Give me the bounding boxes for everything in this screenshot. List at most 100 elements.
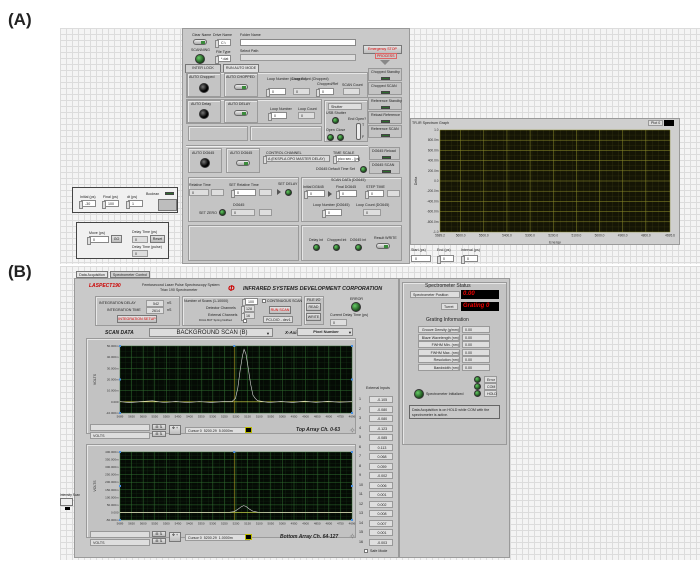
- device-select[interactable]: PCI-DIO - dev1: [263, 316, 293, 323]
- x-tick-label: 5100: [256, 415, 263, 419]
- external-input-index: 3: [359, 416, 361, 420]
- file-type-input[interactable]: *.dat: [215, 55, 231, 64]
- external-input-value: 0.001: [369, 529, 393, 536]
- indicator-bar: [381, 91, 390, 94]
- set-relative-time-unit: [259, 189, 272, 196]
- loop-count-display: 0: [298, 112, 315, 119]
- brand-label: LASPECT190: [89, 283, 121, 289]
- scan-type-select[interactable]: BACKGROUND SCAN (B): [149, 328, 273, 337]
- compass-icon[interactable]: ✧: [349, 426, 356, 435]
- write-button[interactable]: WRITE: [306, 313, 321, 321]
- x-tick-label: 4695.6: [665, 234, 675, 238]
- auto-delay-toggle[interactable]: [234, 110, 248, 116]
- continuous-scan-checkbox[interactable]: [262, 299, 266, 303]
- num-scans-input[interactable]: 100: [242, 298, 258, 307]
- read-button[interactable]: READ: [306, 303, 321, 311]
- indicator-label: DG645 Reload: [372, 149, 396, 153]
- scan-data-dg645-box: [301, 177, 402, 222]
- x-tick-label: 4900: [302, 522, 309, 526]
- trir-spectrum-graph[interactable]: 5689.2 5600.0 5500.0 5400.0 5300.0 5200.0 5100…: [412, 126, 676, 244]
- move-ps-input[interactable]: 0: [87, 236, 109, 245]
- y-scale-button[interactable]: ⊞ ⇅: [152, 431, 166, 437]
- final-dg645-input[interactable]: 0: [336, 190, 357, 199]
- loop-number-input[interactable]: 0: [268, 112, 287, 121]
- top-array-graph[interactable]: 5689 5650 5600 5550 5500 5450 5400 5350 5300 5250…: [90, 340, 357, 422]
- bottom-array-graph[interactable]: 5689 5650 5600 5550 5500 5450 5400 5350 5300 5250…: [90, 446, 357, 529]
- x-tick-label: 5600.0: [456, 234, 466, 238]
- x-tick-label: 5000: [279, 522, 286, 526]
- bottom-volts-label: VOLTS: [90, 539, 150, 546]
- y-tick-label: -800.0m: [427, 220, 439, 224]
- dual-checkbox[interactable]: [243, 319, 247, 323]
- interval-ps-input[interactable]: 0: [461, 255, 478, 264]
- x-tick-label: 5689.2: [435, 234, 445, 238]
- grating-row-label: FWHM Min. (nm): [418, 341, 460, 348]
- boolean-button[interactable]: [158, 199, 177, 211]
- external-channels-label: External Channels: [208, 313, 238, 317]
- result-write-toggle[interactable]: [376, 243, 390, 249]
- time-scale-select[interactable]: pico sec - [ps]: [333, 155, 360, 164]
- resize-handle: [351, 451, 353, 453]
- clear-name-toggle[interactable]: [193, 39, 207, 45]
- tab-spectrometer-control[interactable]: Spectrometer Control: [110, 271, 150, 278]
- process-indicator: PROCESS: [375, 53, 397, 59]
- x-scale-button[interactable]: ⊞ ⇅: [152, 424, 166, 430]
- x-scale-button[interactable]: ⊞ ⇅: [152, 531, 166, 537]
- grating-row-label: Groove Density (g/mm): [418, 326, 460, 333]
- final-ps-input[interactable]: 100: [102, 200, 119, 209]
- grating-row-label: Bandwidth (nm): [418, 363, 460, 371]
- top-array-caption: Top Array Ch. 0-63: [296, 427, 341, 433]
- file-io-label: FILE I/O: [307, 298, 321, 302]
- cursor-icon[interactable]: [245, 534, 252, 540]
- boolean-label: Boolean: [146, 192, 160, 196]
- start-ps-input[interactable]: 0: [411, 255, 431, 262]
- initial-ps-input[interactable]: -30: [79, 200, 96, 209]
- detector-channels-display: 128: [241, 305, 255, 314]
- step-time-unit: [387, 190, 400, 197]
- dt-ps-input[interactable]: 1: [126, 200, 143, 209]
- end-open-switch[interactable]: [356, 123, 361, 140]
- initial-dg645-input[interactable]: 0: [304, 190, 325, 199]
- continuous-scan-label: CONTINUOUS SCAN: [267, 299, 303, 303]
- go-button[interactable]: GO: [111, 235, 122, 243]
- y-tick-label: -1.0: [433, 230, 439, 234]
- initial-ps-label: Initial (ps): [80, 195, 96, 199]
- loop-number-chopped-input[interactable]: 0: [266, 88, 286, 97]
- set-zero-button[interactable]: [219, 209, 226, 216]
- x-tick-label: 5500: [163, 522, 170, 526]
- y-tick-label: 150.000m: [105, 488, 119, 492]
- auto-dg645-toggle[interactable]: [236, 160, 250, 166]
- y-tick-label: 0.000: [111, 400, 119, 404]
- x-axis-select[interactable]: Pixel Number: [297, 328, 353, 336]
- top-cursor-legend: Cursor 0 5200.29 5.0000m: [185, 427, 250, 434]
- external-input-index: 10: [359, 482, 363, 487]
- y-tick-label: 30.000m: [107, 366, 119, 370]
- auto-dg645-toggle-label: AUTO DG645: [230, 151, 253, 155]
- loop-number-dg645-input[interactable]: 0: [322, 209, 342, 218]
- step-time-input[interactable]: 0: [365, 190, 384, 199]
- chopped-ref-input[interactable]: 0: [316, 88, 334, 97]
- set-delay-button[interactable]: [285, 189, 292, 196]
- run-scan-button[interactable]: RUN SCAN: [269, 306, 291, 314]
- integration-setup-button[interactable]: INTEGRATION SETUP: [117, 315, 157, 323]
- compass-icon[interactable]: ✧: [349, 532, 356, 541]
- resize-handle: [351, 345, 353, 347]
- y-scale-button[interactable]: ⊞ ⇅: [152, 538, 166, 544]
- drive-name-input[interactable]: C:\: [215, 39, 231, 48]
- auto-chopped-toggle-label: AUTO CHOPPED: [226, 75, 255, 79]
- external-channels-display: 16: [241, 312, 255, 321]
- auto-chopped-toggle[interactable]: [234, 84, 248, 90]
- folder-name-input[interactable]: [240, 39, 356, 46]
- reset-button[interactable]: Reset: [150, 235, 165, 243]
- y-tick-label: 0.000: [111, 510, 119, 514]
- x-tick-label: 5200: [233, 522, 240, 526]
- y-tick-label: -400.0m: [427, 199, 439, 203]
- cursor-icon[interactable]: [245, 427, 252, 433]
- tab-data-acquisition[interactable]: Data Acquisition: [76, 271, 108, 278]
- graph-palette[interactable]: ✥ +: [169, 532, 181, 542]
- graph-palette[interactable]: ✥ +: [169, 425, 181, 435]
- set-relative-time-input[interactable]: 0: [231, 189, 256, 198]
- control-channel-select[interactable]: A (EKSPLA OPO MASTER DELAY): [263, 155, 330, 164]
- end-ps-input[interactable]: 0: [437, 255, 454, 264]
- safe-mode-checkbox[interactable]: [364, 549, 368, 553]
